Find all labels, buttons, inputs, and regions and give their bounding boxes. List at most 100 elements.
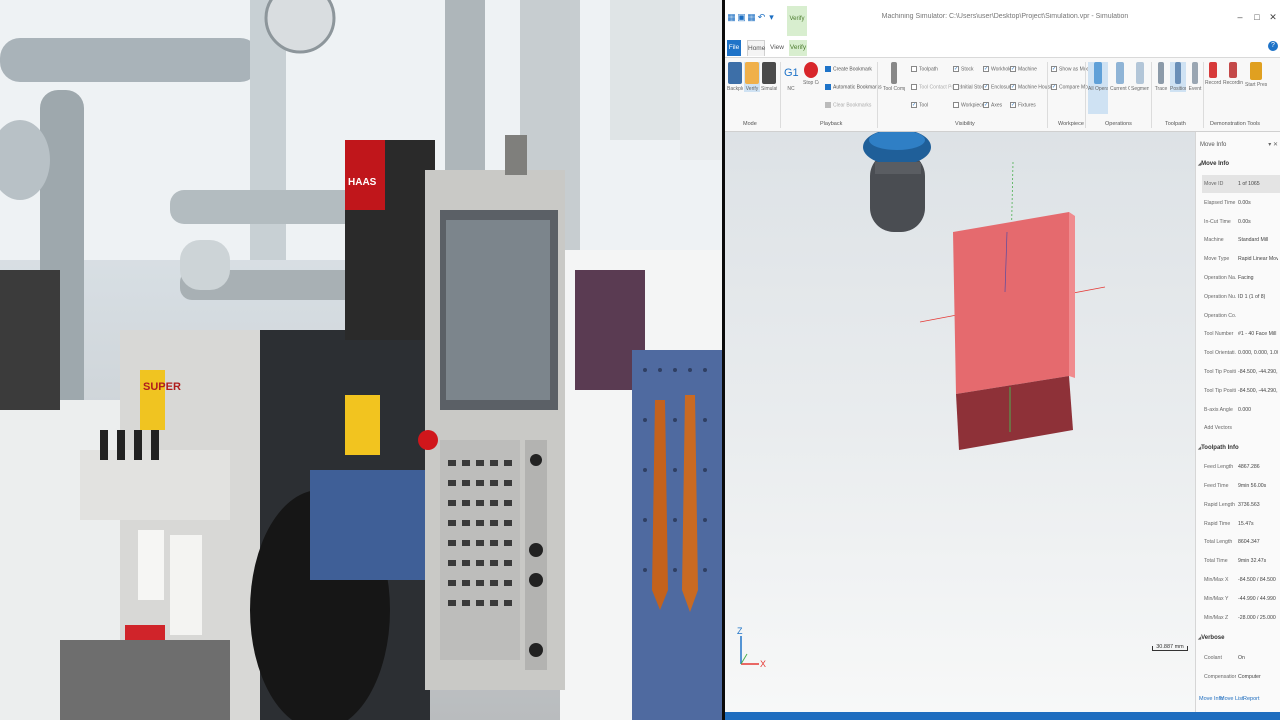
record-button[interactable]: Record: [1205, 62, 1221, 86]
maximize-button[interactable]: □: [1250, 10, 1264, 24]
property-row[interactable]: B-axis Angle 0.000: [1202, 401, 1280, 419]
property-row[interactable]: Min/Max Y -44.990 / 44.990: [1202, 590, 1280, 608]
property-row[interactable]: Machine Standard Mill: [1202, 231, 1280, 249]
machine-housing-checkbox[interactable]: ✓ Machine Housing: [1010, 84, 1057, 90]
property-key: Total Time: [1204, 558, 1228, 565]
stop-conditions-button[interactable]: Stop Conditions: [803, 62, 819, 86]
property-row[interactable]: Rapid Length 3736.563: [1202, 496, 1280, 514]
property-row[interactable]: Total Time 9min 32.47s: [1202, 552, 1280, 570]
clear-bookmarks-button[interactable]: Clear Bookmarks: [825, 102, 871, 108]
tool-holder: [863, 132, 931, 232]
create-bookmark-button[interactable]: Create Bookmark: [825, 66, 872, 72]
clear-bookmarks-label: Clear Bookmarks: [833, 102, 872, 109]
machine-checkbox[interactable]: ✓ Machine: [1010, 66, 1037, 72]
property-row[interactable]: Add Vectors: [1202, 419, 1280, 437]
property-row[interactable]: Operation Co...: [1202, 307, 1280, 325]
group-separator: [780, 62, 781, 128]
property-row[interactable]: Tool Tip Positi...-84.500, -44.290, 75..…: [1202, 382, 1280, 400]
property-row[interactable]: Feed Length 4867.286: [1202, 458, 1280, 476]
stock-checkbox[interactable]: ✓ Stock: [953, 66, 974, 72]
simulation-viewport[interactable]: Z X 30.887 mm: [725, 132, 1195, 712]
save-icon[interactable]: ▣: [737, 12, 746, 23]
open-icon[interactable]: ▦: [747, 12, 756, 23]
property-key: Add Vectors: [1204, 425, 1232, 432]
toolpath-info-section-header[interactable]: Toolpath Info: [1198, 445, 1239, 451]
workpiece-checkbox[interactable]: Workpiece: [953, 102, 985, 108]
mode-group-label: Mode: [743, 121, 757, 127]
workpiece-check-label: Workpiece: [961, 102, 985, 109]
tool-check-label: Tool: [919, 102, 929, 109]
property-row[interactable]: Compensation ...Computer: [1202, 668, 1280, 686]
property-row[interactable]: Min/Max Z -28.000 / 25.000: [1202, 609, 1280, 627]
property-key: In-Cut Time: [1204, 218, 1231, 225]
help-icon[interactable]: ?: [1268, 41, 1278, 51]
property-row[interactable]: Tool Number #1 - 40 Face Mill: [1202, 325, 1280, 343]
close-button[interactable]: ✕: [1266, 10, 1280, 24]
all-operations-button[interactable]: All Operations: [1088, 62, 1108, 114]
property-value: Computer: [1238, 674, 1261, 681]
move-info-section-header[interactable]: Move Info: [1198, 161, 1229, 167]
axes-checkbox[interactable]: ✓ Axes: [983, 102, 1002, 108]
tab-home[interactable]: Home: [747, 40, 765, 56]
enclosure-checkbox[interactable]: ✓ Enclosure: [983, 84, 1013, 90]
automatic-bookmarks-button[interactable]: Automatic Bookmarks: [825, 84, 882, 90]
property-row[interactable]: Min/Max X -84.500 / 84.500: [1202, 571, 1280, 589]
simulation-button[interactable]: Simulation: [761, 62, 777, 92]
property-row[interactable]: Operation Nu... ID 1 (1 of 8): [1202, 288, 1280, 306]
property-row[interactable]: Rapid Time 15.47s: [1202, 515, 1280, 533]
haas-logo-text: HAAS: [348, 177, 377, 188]
app-icon[interactable]: ▦: [727, 12, 736, 23]
tool-components-button[interactable]: Tool Components: [883, 62, 905, 92]
checkbox-box: ✓: [1010, 66, 1016, 72]
property-row[interactable]: Move Type Rapid Linear Move: [1202, 250, 1280, 268]
tab-view[interactable]: View: [769, 40, 785, 56]
tab-verify[interactable]: Verify: [789, 40, 807, 56]
start-presentation-button[interactable]: Start Presentation: [1245, 62, 1267, 88]
property-row[interactable]: Tool Tip Positi...-84.500, -44.290, 25..…: [1202, 363, 1280, 381]
property-row[interactable]: Coolant On: [1202, 649, 1280, 667]
trace-button[interactable]: Trace: [1153, 62, 1169, 92]
tool-checkbox[interactable]: ✓ Tool: [911, 102, 928, 108]
property-key: Tool Number: [1204, 331, 1234, 338]
position-icon: [1175, 62, 1181, 84]
position-button[interactable]: Position: [1170, 62, 1186, 92]
property-row[interactable]: In-Cut Time 0.00s: [1202, 213, 1280, 231]
segment-button[interactable]: Segment: [1131, 62, 1149, 92]
backplot-label: Backplot: [727, 86, 743, 92]
show-as-model-checkbox[interactable]: ✓ Show as Model: [1051, 66, 1093, 72]
property-row[interactable]: Operation Na... Facing: [1202, 269, 1280, 287]
checkbox-box: ✓: [911, 102, 917, 108]
property-key: Elapsed Time: [1204, 199, 1236, 206]
property-value: 9min 32.47s: [1238, 558, 1267, 565]
panel-title: Move Info: [1200, 142, 1227, 148]
tab-move-list[interactable]: Move List: [1220, 696, 1244, 702]
event-button[interactable]: Event: [1187, 62, 1203, 92]
initial-stock-checkbox[interactable]: Initial Stock: [953, 84, 987, 90]
property-row[interactable]: Feed Time 9min 56.00s: [1202, 477, 1280, 495]
undo-icon[interactable]: ↶: [757, 12, 766, 23]
ribbon-tab-bar: File Home View Verify ?: [725, 36, 1280, 58]
panel-controls[interactable]: ▾ ✕: [1268, 141, 1278, 148]
stock-block[interactable]: [953, 212, 1075, 450]
nc-button[interactable]: G1 NC: [783, 62, 799, 92]
fixtures-checkbox[interactable]: ✓ Fixtures: [1010, 102, 1036, 108]
property-row[interactable]: Move ID 1 of 1065: [1202, 175, 1280, 193]
group-separator: [1085, 62, 1086, 128]
property-row[interactable]: Total Length 8604.347: [1202, 533, 1280, 551]
tab-file[interactable]: File: [727, 40, 741, 56]
property-key: Machine: [1204, 237, 1224, 244]
group-separator: [1203, 62, 1204, 128]
backplot-button[interactable]: Backplot: [727, 62, 743, 92]
toolpath-checkbox[interactable]: Toolpath: [911, 66, 938, 72]
verbose-section-header[interactable]: Verbose: [1198, 635, 1224, 641]
customize-qat-icon[interactable]: ▾: [767, 12, 776, 23]
minimize-button[interactable]: –: [1233, 10, 1247, 24]
workpiece-group-label: Workpiece: [1058, 121, 1084, 127]
tab-report[interactable]: Report: [1243, 696, 1260, 702]
verify-button[interactable]: Verify: [744, 62, 760, 92]
property-key: Tool Orientati...: [1204, 350, 1236, 357]
property-row[interactable]: Tool Orientati...0.000, 0.000, 1.000: [1202, 344, 1280, 362]
current-operation-button[interactable]: Current Operation: [1110, 62, 1130, 92]
property-row[interactable]: Elapsed Time 0.00s: [1202, 194, 1280, 212]
recording-options-button[interactable]: Recording Options: [1223, 62, 1243, 86]
